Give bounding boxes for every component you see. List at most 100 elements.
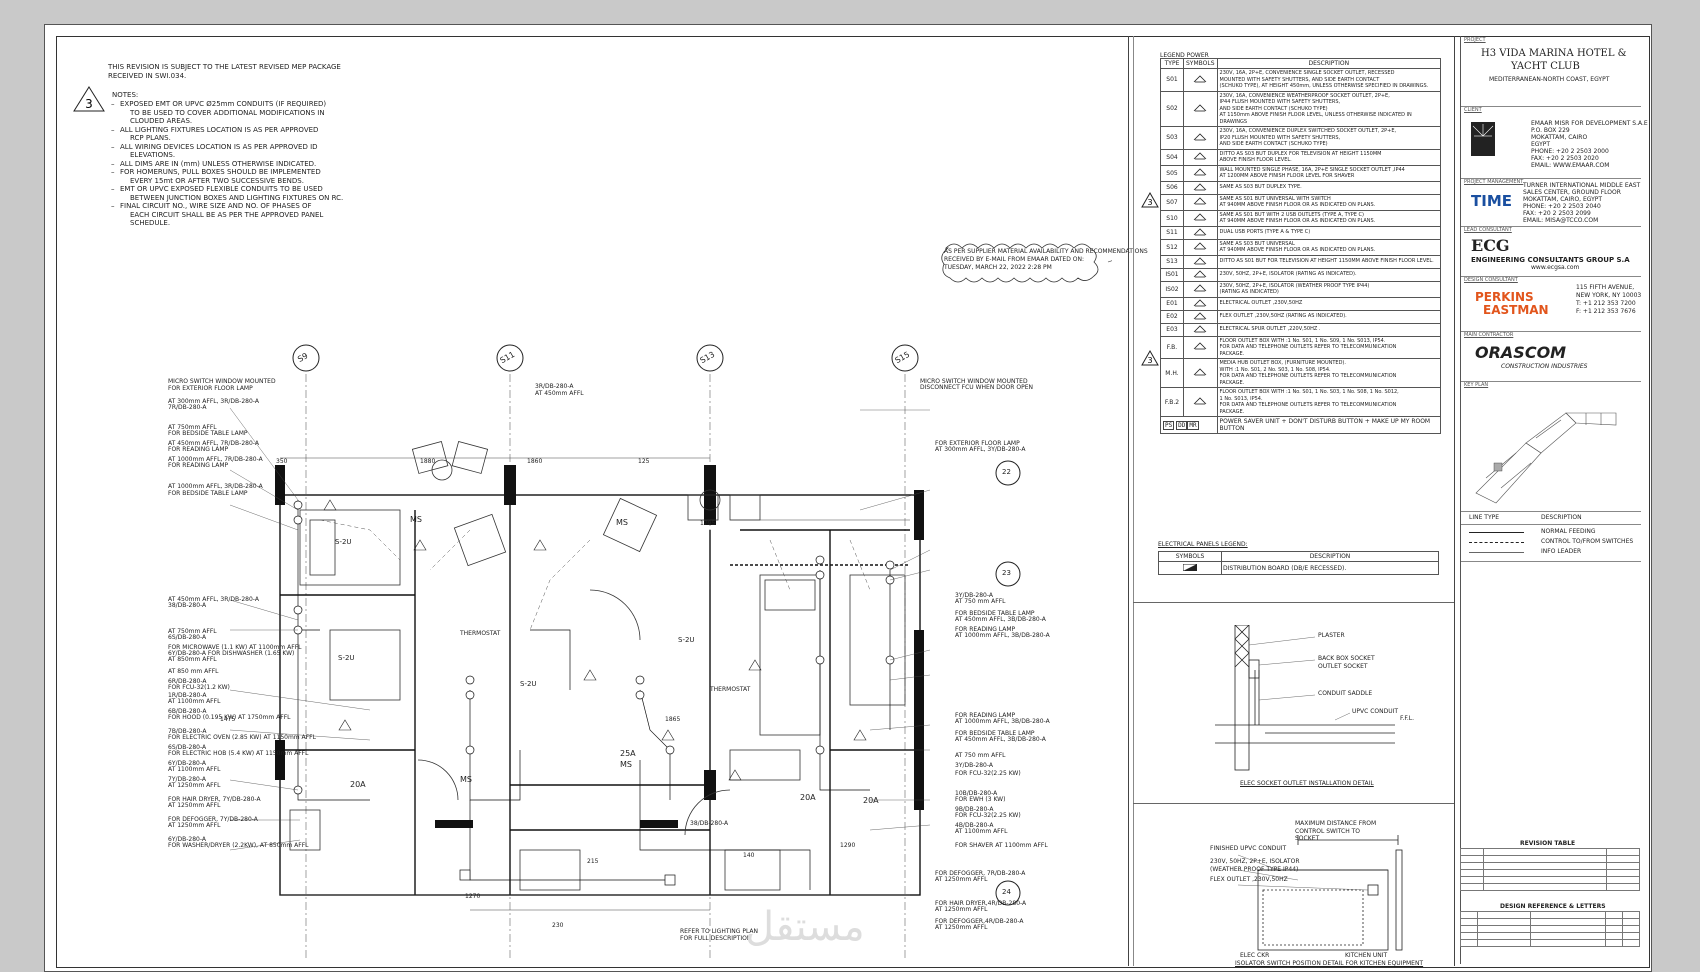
dimension-label: 215: [587, 858, 599, 865]
note-item: FINAL CIRCUIT NO., WIRE SIZE AND NO. OF …: [120, 202, 312, 210]
dimension-label: 350: [276, 458, 288, 465]
design-line: 115 FIFTH AVENUE,: [1576, 284, 1635, 291]
legend-desc: ELECTRICAL OUTLET ,230V,50HZ: [1216, 296, 1442, 311]
left-callout: AT 1250mm AFFL: [168, 782, 221, 789]
legend-desc: SAME AS S03 BUT DUPLEX TYPE.: [1216, 180, 1442, 195]
legend-symbol-icon: [1183, 387, 1218, 417]
circuit-label-2: AT 450mm AFFL: [535, 390, 584, 397]
note-bullet: –: [111, 202, 115, 210]
note-bullet: –: [111, 142, 115, 151]
note-item: BETWEEN JUNCTION BOXES AND LIGHTING FIXT…: [130, 193, 344, 202]
legend-desc-line: 230V, 50HZ, 2P+E, ISOLATOR (RATING AS IN…: [1219, 271, 1357, 278]
legend-row: S05 WALL MOUNTED SINGLE PHASE, 16A, 2P+E …: [1160, 164, 1442, 182]
legend-symbol-icon: [1183, 296, 1218, 311]
socket-outlet-detail: [1215, 625, 1395, 771]
legend-revision-triangle-2-icon: 3: [1141, 350, 1159, 366]
legend-row: E01 ELECTRICAL OUTLET ,230V,50HZ: [1160, 296, 1442, 311]
legend-power-table: TYPE SYMBOLS DESCRIPTION S01 230V, 16A, 2…: [1160, 58, 1442, 434]
legend-symbol-icon: [1183, 193, 1218, 211]
time-logo: TIME: [1471, 192, 1512, 210]
divider-main: [1128, 36, 1129, 966]
left-callout: FOR READING LAMP: [168, 462, 229, 469]
note-item: EXPOSED EMT OR UPVC Ø25mm CONDUITS (IF R…: [120, 100, 327, 108]
legend-type: S02: [1160, 90, 1184, 127]
legend-desc-line: FLEX OUTLET ,230V,50HZ (RATING AS INDICA…: [1219, 313, 1347, 320]
label-thermostat-2: THERMOSTAT: [710, 686, 751, 693]
orascom-subtitle: CONSTRUCTION INDUSTRIES: [1501, 363, 1588, 370]
tb-linetype-section: LINE TYPE DESCRIPTION NORMAL FEEDING CON…: [1461, 511, 1641, 562]
legend-type: S07: [1160, 193, 1184, 211]
label-s2u-4: S-2U: [678, 636, 695, 644]
note-item: ALL LIGHTING FIXTURES LOCATION IS AS PER…: [120, 125, 319, 134]
detail2-label-kitchen: KITCHEN UNIT: [1345, 952, 1388, 959]
right-callout: AT 1250mm AFFL: [935, 924, 988, 931]
dd-icon: DD: [1176, 420, 1188, 430]
note-item: EACH CIRCUIT SHALL BE AS PER THE APPROVE…: [130, 210, 324, 219]
eastman-logo: EASTMAN: [1483, 303, 1549, 317]
design-line: F: +1 212 353 7676: [1576, 308, 1636, 315]
legend-row: M.H. MEDIA HUB OUTLET BOX, (FURNITURE MOU…: [1160, 358, 1442, 388]
revision-note-line2: RECEIVED IN SWI.034.: [108, 72, 187, 80]
pm-line: EMAIL: MISA@TCCO.COM: [1523, 217, 1599, 224]
right-callout: FOR FCU-32(2.25 KW): [955, 812, 1021, 819]
legend-desc-line: PACKAGE.: [1219, 379, 1245, 386]
key-plan-icon: [1475, 412, 1617, 504]
right-callout: AT 1250mm AFFL: [935, 876, 988, 883]
legend-desc: 230V, 16A, 2P+E, CONVENIENCE SINGLE SOCK…: [1216, 68, 1442, 92]
legend-desc-line: AT 1150mm ABOVE FINISH FLOOR LEVEL, UNLE…: [1219, 112, 1412, 125]
legend-desc-line: SAME AS S03 BUT DUPLEX TYPE.: [1219, 184, 1302, 191]
legend-desc: WALL MOUNTED SINGLE PHASE, 16A, 2P+E SIN…: [1216, 164, 1442, 182]
left-callout: FOR WASHER/DRYER (2.2KW), AT 850mm AFFL: [168, 842, 309, 849]
note-item: ALL DIMS ARE IN (mm) UNLESS OTHERWISE IN…: [120, 159, 317, 168]
detail1-caption: ELEC SOCKET OUTLET INSTALLATION DETAIL: [1240, 780, 1374, 787]
label-ms-2: MS: [616, 518, 628, 527]
line-type-3: INFO LEADER: [1541, 548, 1582, 555]
note-bullet: –: [111, 100, 115, 108]
right-callout: AT 300mm AFFL, 3Y/DB-280-A: [935, 446, 1026, 453]
legend-desc-line: DITTO AS S01 BUT FOR TELEVISION AT HEIGH…: [1219, 258, 1434, 265]
line-type-header: LINE TYPE: [1469, 514, 1500, 521]
legend-symbol-icon: [1183, 225, 1218, 240]
label-s2u-3: S-2U: [520, 680, 537, 688]
legend-header-description: DESCRIPTION: [1216, 58, 1442, 69]
legend-desc: SAME AS S01 BUT WITH 2 USB OUTLETS (TYPE…: [1216, 209, 1442, 227]
legend-desc-line: AT 940MM ABOVE FINISH FLOOR OR AS INDICA…: [1219, 218, 1376, 224]
line-type-2: CONTROL TO/FROM SWITCHES: [1541, 538, 1634, 545]
legend-type: E03: [1160, 322, 1184, 337]
legend-type: M.H.: [1160, 358, 1184, 388]
dimension-label: 1880: [420, 458, 436, 465]
dimension-label: 1270: [465, 893, 481, 900]
left-callout: AT 850 mm AFFL: [168, 668, 219, 675]
left-callout: 38/DB-280-A: [168, 602, 207, 609]
ps-icon: PS: [1163, 420, 1175, 430]
legend-row: S07 SAME AS S01 BUT UNIVERSAL WITH SWITCH…: [1160, 193, 1442, 211]
left-callout: FOR EXTERIOR FLOOR LAMP: [168, 385, 253, 392]
client-line: EMAIL: WWW.EMAAR.COM: [1531, 162, 1610, 169]
legend-type: S05: [1160, 164, 1184, 182]
tb-project-name-1: H3 VIDA MARINA HOTEL &: [1481, 48, 1627, 59]
legend-desc-line: ELECTRICAL OUTLET ,230V,50HZ: [1219, 300, 1303, 307]
legend-revision-triangle-1-icon: 3: [1141, 192, 1159, 208]
left-callout: AT 1100mm AFFL: [168, 766, 221, 773]
legend-desc: FLEX OUTLET ,230V,50HZ (RATING AS INDICA…: [1216, 309, 1442, 324]
legend-desc-line: AT 940MM ABOVE FINISH FLOOR OR AS INDICA…: [1219, 202, 1376, 208]
right-callout: AT 1000mm AFFL, 3B/DB-280-A: [955, 718, 1050, 725]
legend-header-symbols: SYMBOLS: [1183, 58, 1218, 69]
line-type-1: NORMAL FEEDING: [1541, 528, 1596, 535]
right-callout: DISCONNECT FCU WHEN DOOR OPEN: [920, 384, 1033, 391]
line-info-leader: [1469, 552, 1524, 553]
legend-symbol-icon: [1183, 180, 1218, 195]
label-ms-1: MS: [410, 515, 422, 524]
note-item: ALL WIRING DEVICES LOCATION IS AS PER AP…: [120, 142, 318, 151]
design-ref-title: DESIGN REFERENCE & LETTERS: [1500, 903, 1606, 910]
label-thermostat-1: THERMOSTAT: [460, 630, 501, 637]
note-item: SCHEDULE.: [130, 219, 171, 227]
legend-row: S02 230V, 16A, CONVENIENCE WEATHERPROOF S…: [1160, 90, 1442, 127]
revision-note-line1: THIS REVISION IS SUBJECT TO THE LATEST R…: [108, 63, 341, 71]
legend-symbol-icon: [1183, 164, 1218, 182]
legend-footer-symbols: PS DD MR: [1160, 416, 1218, 434]
legend-desc: 230V, 50HZ, 2P+E, ISOLATOR (WEATHER PROO…: [1216, 280, 1442, 298]
label-panel-20a-3: 20A: [350, 780, 366, 789]
ecg-website: www.ecgsa.com: [1531, 264, 1580, 271]
legend-symbol-icon: [1183, 309, 1218, 324]
